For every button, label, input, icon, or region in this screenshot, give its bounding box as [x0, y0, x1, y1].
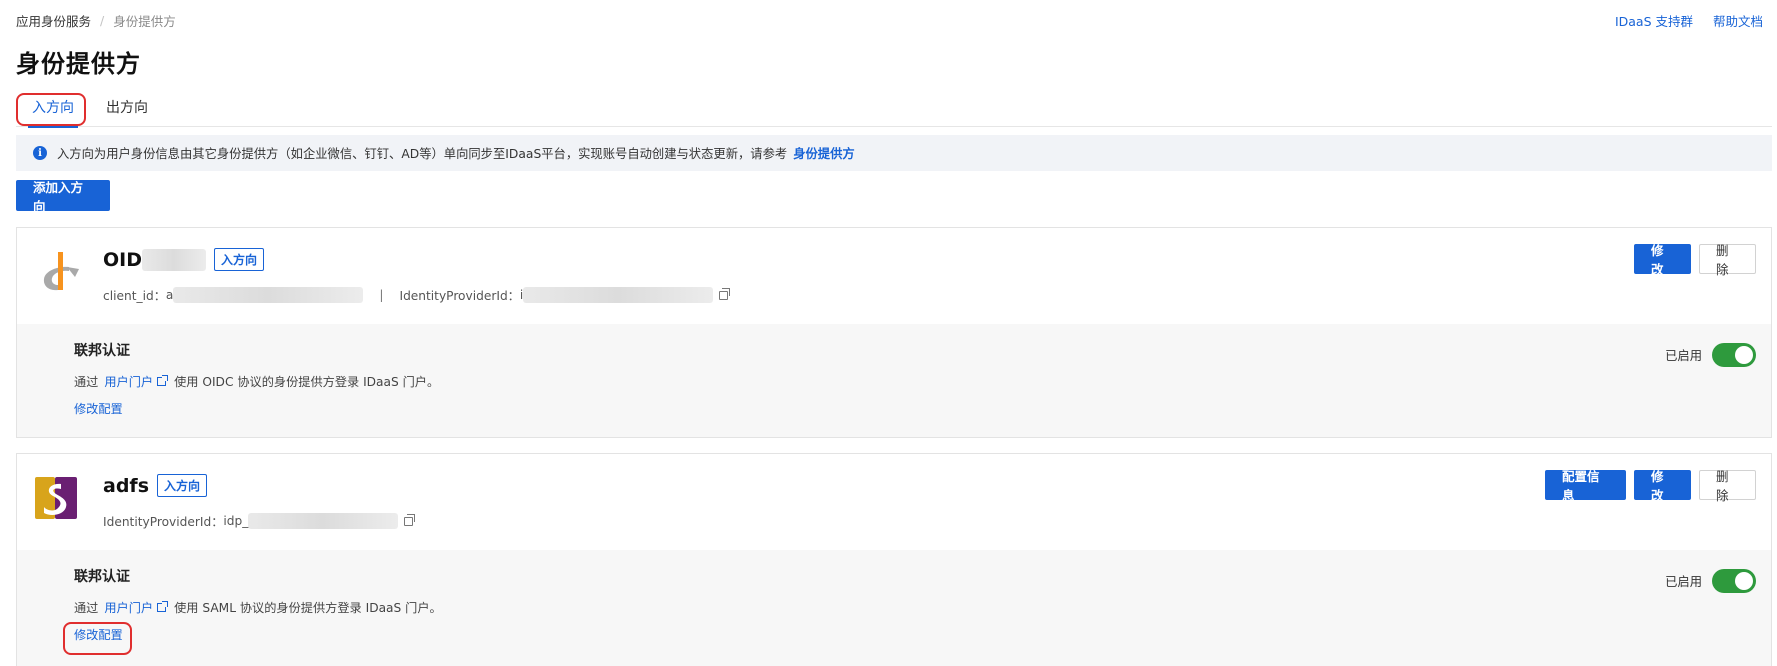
provider-card-header: adfs 入方向 IdentityProviderId： idp_ 配置信息 修… [17, 454, 1771, 550]
federation-suffix: 使用 SAML 协议的身份提供方登录 IDaaS 门户。 [174, 601, 442, 615]
openid-logo-icon [31, 243, 89, 301]
federation-description: 通过 用户门户 使用 OIDC 协议的身份提供方登录 IDaaS 门户。 [74, 372, 439, 390]
user-portal-link[interactable]: 用户门户 [104, 598, 153, 616]
provider-title: OID 入方向 [103, 248, 265, 271]
federation-description: 通过 用户门户 使用 SAML 协议的身份提供方登录 IDaaS 门户。 [74, 598, 442, 616]
config-info-button[interactable]: 配置信息 [1545, 469, 1626, 503]
provider-actions: 修改 删除 [1634, 243, 1756, 277]
info-doc-link[interactable]: 身份提供方 [793, 144, 855, 162]
federation-section: 联邦认证 通过 用户门户 使用 OIDC 协议的身份提供方登录 IDaaS 门户… [17, 324, 1771, 437]
external-link-icon [157, 600, 169, 612]
provider-name: OID [103, 248, 142, 271]
info-text: 入方向为用户身份信息由其它身份提供方（如企业微信、钉钉、AD等）单向同步至IDa… [57, 147, 788, 161]
breadcrumb-current: 身份提供方 [113, 13, 176, 29]
redacted-client-id [173, 287, 364, 303]
tab-outbound[interactable]: 出方向 [90, 92, 164, 127]
inbound-tag: 入方向 [157, 474, 208, 497]
external-link-icon [157, 374, 169, 386]
status-label: 已启用 [1665, 349, 1702, 363]
copy-icon[interactable] [719, 287, 731, 300]
provider-title: adfs 入方向 [103, 474, 208, 497]
edit-config-link[interactable]: 修改配置 [74, 625, 123, 643]
status-label: 已启用 [1665, 575, 1702, 589]
edit-button[interactable]: 修改 [1634, 243, 1691, 277]
redacted-idp-id [248, 513, 399, 529]
provider-card-adfs: adfs 入方向 IdentityProviderId： idp_ 配置信息 修… [16, 453, 1772, 666]
edit-config-link[interactable]: 修改配置 [74, 399, 123, 417]
user-portal-link[interactable]: 用户门户 [104, 372, 153, 390]
federation-title: 联邦认证 [74, 343, 130, 359]
client-id-label: client_id： [103, 289, 166, 303]
breadcrumb: 应用身份服务 / 身份提供方 [16, 11, 176, 30]
enable-toggle[interactable] [1712, 343, 1756, 367]
federation-status: 已启用 [1665, 569, 1756, 593]
breadcrumb-separator: / [100, 12, 105, 28]
redacted-name [142, 248, 206, 271]
delete-button[interactable]: 删除 [1699, 243, 1756, 277]
federation-prefix: 通过 [74, 375, 99, 389]
add-inbound-button[interactable]: 添加入方向 [16, 180, 110, 214]
provider-meta: client_id： a | IdentityProviderId： i [103, 286, 731, 304]
idp-id-value: idp_ [223, 514, 249, 528]
provider-meta: IdentityProviderId： idp_ [103, 512, 416, 530]
inbound-tag: 入方向 [214, 248, 265, 271]
page-title: 身份提供方 [16, 50, 141, 78]
top-bar: 应用身份服务 / 身份提供方 IDaaS 支持群 帮助文档 [16, 10, 1763, 30]
delete-button[interactable]: 删除 [1699, 469, 1756, 503]
meta-divider: | [379, 288, 384, 302]
federation-status: 已启用 [1665, 343, 1756, 367]
federation-prefix: 通过 [74, 601, 99, 615]
provider-name: adfs [103, 474, 149, 497]
direction-tabs: 入方向 出方向 [16, 92, 1772, 128]
idp-id-label: IdentityProviderId： [399, 289, 520, 303]
breadcrumb-root[interactable]: 应用身份服务 [16, 11, 91, 30]
federation-section: 联邦认证 通过 用户门户 使用 SAML 协议的身份提供方登录 IDaaS 门户… [17, 550, 1771, 666]
info-icon: i [33, 146, 47, 160]
federation-title: 联邦认证 [74, 569, 130, 585]
help-docs-link[interactable]: 帮助文档 [1713, 11, 1763, 30]
provider-card-header: OID 入方向 client_id： a | IdentityProviderI… [17, 228, 1771, 324]
top-links: IDaaS 支持群 帮助文档 [1615, 11, 1763, 30]
info-banner: i 入方向为用户身份信息由其它身份提供方（如企业微信、钉钉、AD等）单向同步至I… [16, 135, 1772, 171]
redacted-idp-id [523, 287, 714, 303]
client-id-value: a [165, 288, 174, 302]
tab-inbound[interactable]: 入方向 [16, 92, 90, 128]
provider-actions: 配置信息 修改 删除 [1545, 469, 1756, 503]
support-group-link[interactable]: IDaaS 支持群 [1615, 11, 1693, 30]
federation-suffix: 使用 OIDC 协议的身份提供方登录 IDaaS 门户。 [174, 375, 440, 389]
provider-card-oidc: OID 入方向 client_id： a | IdentityProviderI… [16, 227, 1772, 438]
adfs-logo-icon [31, 469, 89, 527]
edit-button[interactable]: 修改 [1634, 469, 1691, 503]
enable-toggle[interactable] [1712, 569, 1756, 593]
idp-id-label: IdentityProviderId： [103, 515, 224, 529]
copy-icon[interactable] [404, 513, 416, 526]
